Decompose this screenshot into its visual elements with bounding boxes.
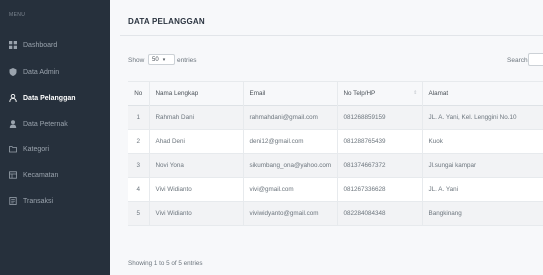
cell-email: sikumbang_ona@yahoo.com [242,153,337,178]
cell-telp: 082284084348 [336,201,422,226]
cell-alamat: JL. A. Yani, Kel. Lenggini No.10 [421,105,543,130]
sort-icon: ⇕ [413,90,418,96]
sidebar-item-label: Kecamatan [23,171,59,179]
entries-length-select[interactable]: 50 ▾ [148,54,175,65]
title-divider [120,35,543,36]
main-content: DATA PELANGGAN Show 50 ▾ entries Search:… [110,0,543,275]
search-input[interactable] [528,53,543,66]
entries-label: entries [177,57,197,64]
sidebar-item-kategori[interactable]: Kategori [9,143,49,155]
sidebar-item-dashboard[interactable]: Dashboard [9,39,57,51]
cell-email: vivi@gmail.com [242,177,337,202]
sidebar-item-data-peternak[interactable]: Data Peternak [9,118,68,130]
data-table-wrapper: No Nama Lengkap Email No Telp/HP ⇕ Alamat… [128,81,543,226]
cell-nama: Ahad Deni [148,129,243,154]
table-row: 4 Vivi Widianto vivi@gmail.com 081267336… [128,177,543,202]
column-header-nama-lengkap[interactable]: Nama Lengkap [148,81,243,106]
cell-telp: 081267336628 [336,177,422,202]
user-fill-icon [9,120,17,128]
cell-telp: 081288765439 [336,129,422,154]
cell-alamat: JL. A. Yani [421,177,543,202]
sidebar-item-label: Kategori [23,145,50,153]
table-row: 1 Rahmah Dani rahmahdani@gmail.com 08126… [128,105,543,130]
sidebar-item-label: Data Peternak [23,120,68,128]
cell-alamat: Kuok [421,129,543,154]
entries-length-value: 50 [152,56,159,63]
table-row: 5 Vivi Widianto viviwidyanto@gmail.com 0… [128,201,543,226]
cell-nama: Vivi Widianto [148,201,243,226]
cell-no: 2 [136,138,140,145]
cell-alamat: Bangkinang [421,201,543,226]
column-header-alamat[interactable]: Alamat [421,81,543,106]
show-label: Show [128,57,145,64]
cell-no: 4 [136,186,140,193]
sidebar-item-label: Data Pelanggan [23,94,76,102]
chevron-down-icon: ▾ [162,56,166,63]
cell-email: viviwidyanto@gmail.com [242,201,337,226]
sidebar-item-data-admin[interactable]: Data Admin [9,66,59,78]
sidebar: MENU Dashboard Data Admin Data Pelanggan… [0,0,110,275]
receipt-icon [9,197,17,205]
cell-no: 5 [136,210,140,217]
table-row: 2 Ahad Deni deni12@gmail.com 08128876543… [128,129,543,154]
grid-icon [9,41,17,49]
map-icon [9,171,17,179]
column-header-no[interactable]: No [128,82,149,106]
table-info: Showing 1 to 5 of 5 entries [128,260,203,267]
cell-telp: 081268859159 [336,105,422,130]
table-row: 3 Novi Yona sikumbang_ona@yahoo.com 0813… [128,153,543,178]
sidebar-item-label: Dashboard [23,41,58,49]
table-header-row: No Nama Lengkap Email No Telp/HP ⇕ Alamat [128,81,543,106]
cell-telp: 081374667372 [336,153,422,178]
sidebar-heading: MENU [9,12,26,18]
sidebar-item-kecamatan[interactable]: Kecamatan [9,169,58,181]
customer-table: No Nama Lengkap Email No Telp/HP ⇕ Alamat… [128,81,543,226]
sidebar-item-label: Data Admin [23,68,60,76]
column-header-email[interactable]: Email [242,81,337,106]
cell-alamat: Jl.sungai kampar [421,153,543,178]
sidebar-item-data-pelanggan[interactable]: Data Pelanggan [9,92,76,104]
search-label: Search: [507,57,530,64]
cell-email: deni12@gmail.com [242,129,337,154]
cell-no: 1 [136,114,140,121]
user-icon [9,94,17,102]
sidebar-item-label: Transaksi [23,197,54,205]
cell-email: rahmahdani@gmail.com [242,105,337,130]
cell-no: 3 [136,162,140,169]
folder-icon [9,145,17,153]
column-header-no-telp[interactable]: No Telp/HP ⇕ [336,81,422,106]
cell-nama: Vivi Widianto [148,177,243,202]
cell-nama: Novi Yona [148,153,243,178]
cell-nama: Rahmah Dani [148,105,243,130]
sidebar-item-transaksi[interactable]: Transaksi [9,195,53,207]
page-title: DATA PELANGGAN [128,17,205,26]
shield-icon [9,68,17,76]
